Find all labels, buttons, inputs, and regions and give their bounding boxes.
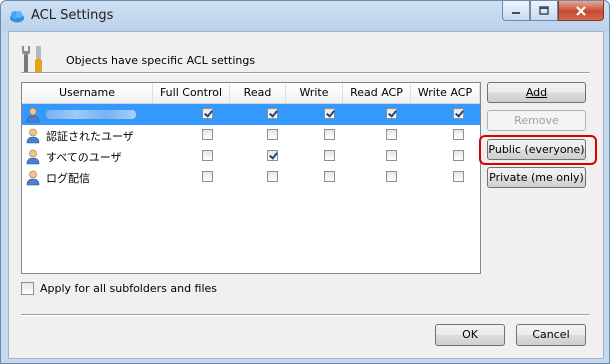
- username-label: ログ配信: [46, 171, 90, 185]
- acl-list[interactable]: Username Full Control Read Write Read AC…: [21, 82, 481, 274]
- column-header-write[interactable]: Write: [286, 83, 343, 103]
- obscured-username: [46, 110, 136, 119]
- window-title: ACL Settings: [31, 8, 114, 23]
- title-bar[interactable]: ACL Settings: [1, 1, 609, 31]
- checkbox-full-control[interactable]: [202, 150, 213, 161]
- ok-button[interactable]: OK: [435, 324, 505, 346]
- checkbox-read-acp[interactable]: [386, 129, 397, 140]
- checkbox-read[interactable]: [267, 150, 278, 161]
- column-header-username[interactable]: Username: [22, 83, 153, 103]
- user-icon: [26, 149, 40, 164]
- add-label: Add: [525, 86, 548, 99]
- acl-list-header: Username Full Control Read Write Read AC…: [22, 83, 480, 104]
- checkbox-full-control[interactable]: [202, 108, 213, 119]
- table-row[interactable]: 認証されたユーザ: [22, 125, 480, 146]
- user-icon: [26, 128, 40, 143]
- apply-all-label: Apply for all subfolders and files: [40, 282, 218, 295]
- checkbox-read-acp[interactable]: [386, 150, 397, 161]
- close-icon: [576, 5, 586, 16]
- public-button[interactable]: Public (everyone): [487, 139, 586, 160]
- checkbox-write-acp[interactable]: [453, 150, 464, 161]
- checkbox-read[interactable]: [267, 129, 278, 140]
- user-icon: [26, 170, 40, 185]
- table-row[interactable]: ログ配信: [22, 167, 480, 188]
- checkbox-write[interactable]: [324, 129, 335, 140]
- minimize-button[interactable]: [502, 1, 530, 21]
- column-header-write-acp[interactable]: Write ACP: [411, 83, 480, 103]
- acl-status-text: Objects have specific ACL settings: [66, 54, 256, 67]
- checkbox-read[interactable]: [267, 171, 278, 182]
- username-label: すべてのユーザ: [46, 150, 122, 164]
- divider: [21, 72, 590, 74]
- close-button[interactable]: [558, 1, 604, 21]
- maximize-icon: [539, 6, 549, 15]
- checkbox-read-acp[interactable]: [386, 171, 397, 182]
- divider: [21, 314, 590, 316]
- minimize-icon: [512, 11, 520, 14]
- table-row[interactable]: すべてのユーザ: [22, 146, 480, 167]
- table-row[interactable]: [22, 104, 480, 125]
- checkbox-full-control[interactable]: [202, 129, 213, 140]
- checkbox-write-acp[interactable]: [453, 129, 464, 140]
- username-cell: すべてのユーザ: [22, 146, 122, 167]
- column-header-full-control[interactable]: Full Control: [153, 83, 230, 103]
- checkbox-write-acp[interactable]: [453, 108, 464, 119]
- apply-all-checkbox[interactable]: [21, 282, 34, 295]
- checkbox-write[interactable]: [324, 171, 335, 182]
- username-label: 認証されたユーザ: [46, 129, 134, 143]
- checkbox-write[interactable]: [324, 108, 335, 119]
- private-button[interactable]: Private (me only): [487, 167, 586, 188]
- user-icon: [26, 107, 40, 122]
- cloud-icon: [10, 11, 24, 23]
- add-button[interactable]: Add: [487, 82, 586, 103]
- username-cell: ログ配信: [22, 167, 90, 188]
- maximize-button[interactable]: [530, 1, 558, 21]
- cancel-button[interactable]: Cancel: [516, 324, 586, 346]
- column-header-read[interactable]: Read: [230, 83, 286, 103]
- remove-label: Remove: [514, 114, 559, 127]
- apply-all-option[interactable]: Apply for all subfolders and files: [21, 282, 217, 295]
- dialog-body: Objects have specific ACL settings Usern…: [8, 31, 604, 359]
- checkbox-read-acp[interactable]: [386, 108, 397, 119]
- checkbox-read[interactable]: [267, 108, 278, 119]
- column-header-read-acp[interactable]: Read ACP: [343, 83, 411, 103]
- checkbox-write[interactable]: [324, 150, 335, 161]
- acl-settings-window: ACL Settings Objects have specific ACL s…: [0, 0, 610, 364]
- remove-button[interactable]: Remove: [487, 110, 586, 131]
- username-cell: [22, 104, 136, 125]
- checkbox-full-control[interactable]: [202, 171, 213, 182]
- caption-buttons: [502, 1, 604, 21]
- username-cell: 認証されたユーザ: [22, 125, 134, 146]
- checkbox-write-acp[interactable]: [453, 171, 464, 182]
